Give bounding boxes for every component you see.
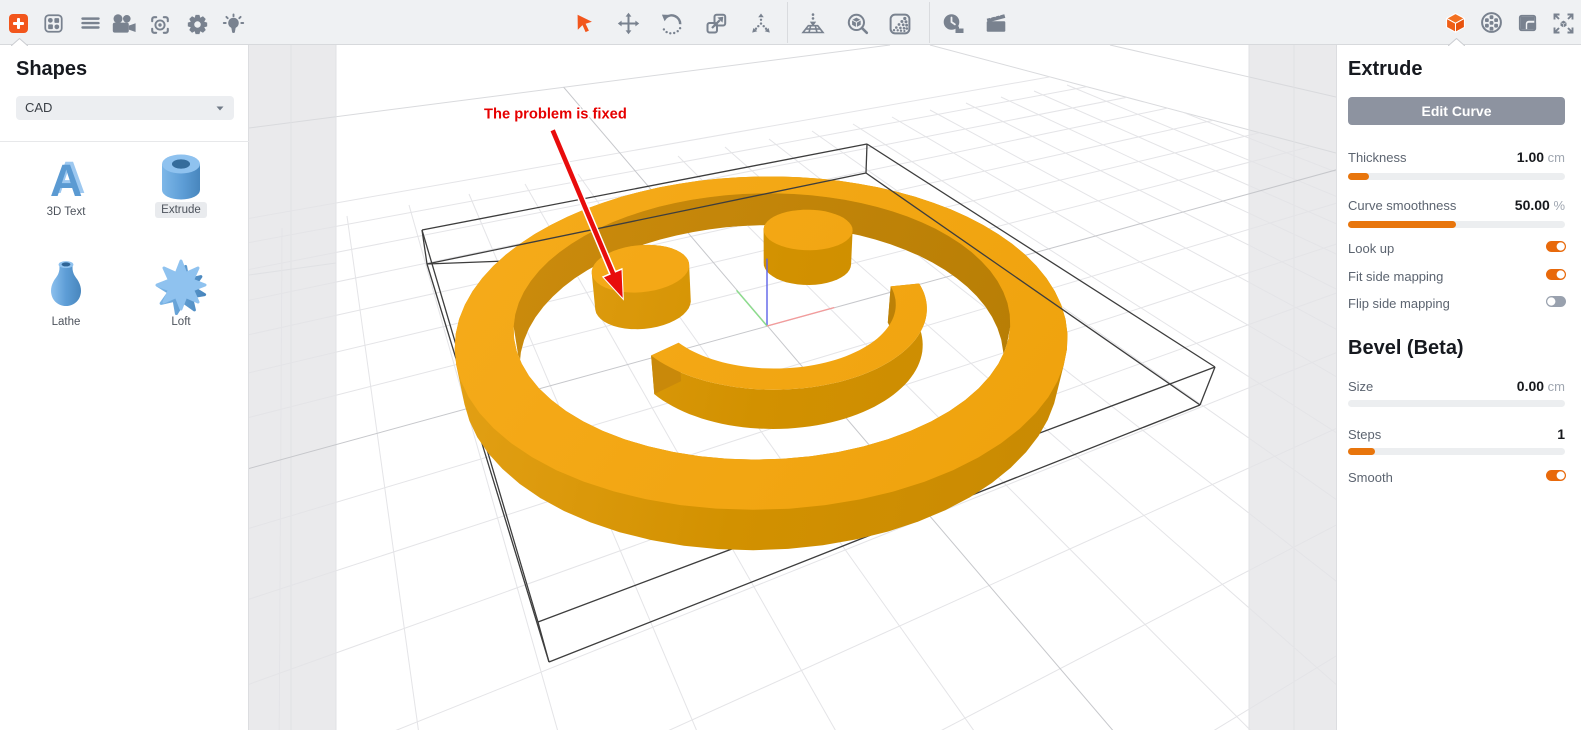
svg-text:A: A	[50, 155, 83, 205]
svg-text:The problem is fixed: The problem is fixed	[484, 107, 627, 123]
